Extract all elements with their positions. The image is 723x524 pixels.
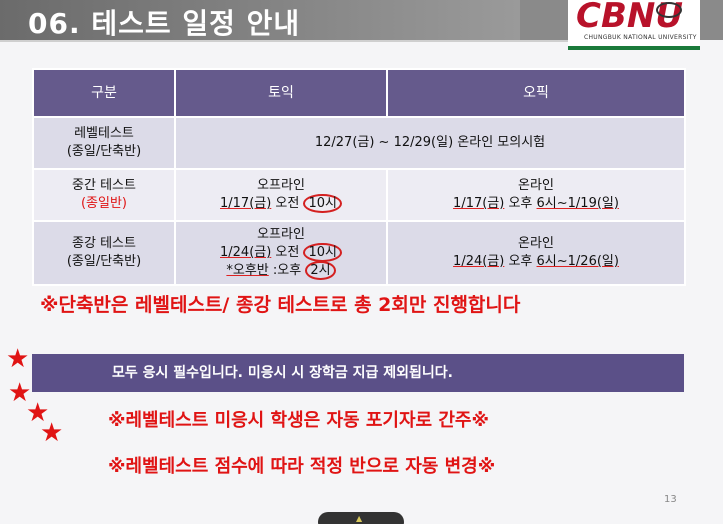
star-icon: ★ (6, 344, 30, 374)
test-schedule-table: 구분 토익 오픽 레벨테스트 (종일/단축반) 12/27(금) ~ 12/29… (32, 68, 686, 286)
slide-title: 06. 테스트 일정 안내 (28, 7, 301, 40)
required-banner: 모두 응시 필수입니다. 미응시 시 장학금 지급 제외됩니다. (32, 354, 684, 392)
table-row-final: 종강 테스트 (종일/단축반) 오프라인 1/24(금) 오전 10시 *오후반… (32, 220, 686, 286)
date-line: 1/24(금) 오후 6시~1/26(일) (389, 253, 683, 271)
row-label-sub: (종일반) (80, 196, 128, 211)
row-label-sub: (종일/단축반) (66, 144, 142, 159)
final-opic-cell: 온라인 1/24(금) 오후 6시~1/26(일) (386, 220, 686, 286)
table-row-level-test: 레벨테스트 (종일/단축반) 12/27(금) ~ 12/29(일) 온라인 모… (32, 116, 686, 170)
presentation-slide: 06. 테스트 일정 안내 CBNU CHUNGBUK NATIONAL UNI… (0, 0, 723, 524)
star-icon: ★ (40, 418, 64, 448)
row-label-title: 레벨테스트 (74, 126, 134, 141)
midterm-opic-cell: 온라인 1/17(금) 오후 6시~1/19(일) (386, 168, 686, 222)
row-label: 레벨테스트 (종일/단축반) (32, 116, 176, 170)
date-line: 1/17(금) 오후 6시~1/19(일) (389, 195, 683, 213)
header-divider (0, 40, 568, 42)
date-line: 1/24(금) 오전 10시 (177, 243, 385, 262)
afternoon-label: *오후반 (226, 263, 269, 278)
row-label: 종강 테스트 (종일/단축반) (32, 220, 176, 286)
logo-ring-icon (656, 2, 682, 18)
page-number: 13 (664, 494, 677, 505)
period-text: 오전 (271, 245, 304, 260)
table-header-row: 구분 토익 오픽 (32, 68, 686, 118)
banner-text: 모두 응시 필수입니다. 미응시 시 장학금 지급 제외됩니다. (112, 365, 453, 381)
short-course-note: ※단축반은 레벨테스트/ 종강 테스트로 총 2회만 진행합니다 (40, 294, 521, 316)
table-row-midterm: 중간 테스트 (종일반) 오프라인 1/17(금) 오전 10시 온라인 1/1… (32, 168, 686, 222)
period-text: 오전 (271, 196, 304, 211)
mode-text: 온라인 (518, 236, 554, 251)
up-arrow-icon[interactable]: ▲ (356, 514, 362, 523)
row-label-title: 종강 테스트 (72, 236, 136, 251)
level-test-schedule: 12/27(금) ~ 12/29(일) 온라인 모의시험 (174, 116, 686, 170)
midterm-toeic-cell: 오프라인 1/17(금) 오전 10시 (174, 168, 388, 222)
period-text: 오후 (504, 196, 537, 211)
notice-level-test-absence: ※레벨테스트 미응시 학생은 자동 포기자로 간주※ (108, 410, 489, 431)
time-text: 10시 (303, 194, 342, 213)
afternoon-line: *오후반 :오후 2시 (177, 261, 385, 280)
notice-level-test-placement: ※레벨테스트 점수에 따라 적정 반으로 자동 변경※ (108, 456, 496, 477)
time-text: 10시 (303, 243, 342, 262)
row-label-sub: (종일/단축반) (66, 254, 142, 269)
time-text: 2시 (305, 261, 336, 280)
mode-text: 온라인 (518, 178, 554, 193)
cbnu-logo: CBNU CHUNGBUK NATIONAL UNIVERSITY (568, 0, 700, 50)
date-text: 1/24(금) (220, 245, 272, 260)
date-line: 1/17(금) 오전 10시 (177, 194, 385, 213)
date-text: 1/17(금) (220, 196, 272, 211)
date-text: 1/17(금) (453, 196, 505, 211)
logo-subtitle: CHUNGBUK NATIONAL UNIVERSITY (584, 34, 697, 41)
final-toeic-cell: 오프라인 1/24(금) 오전 10시 *오후반 :오후 2시 (174, 220, 388, 286)
row-label: 중간 테스트 (종일반) (32, 168, 176, 222)
header-category: 구분 (32, 68, 176, 118)
mode-text: 오프라인 (257, 227, 305, 242)
date-text: 1/24(금) (453, 254, 505, 269)
header-opic: 오픽 (386, 68, 686, 118)
time-text: 6시~1/19(일) (536, 196, 619, 211)
row-label-title: 중간 테스트 (72, 178, 136, 193)
period-text: :오후 (268, 263, 306, 278)
mode-text: 오프라인 (257, 178, 305, 193)
period-text: 오후 (504, 254, 537, 269)
header-toeic: 토익 (174, 68, 388, 118)
time-text: 6시~1/26(일) (536, 254, 619, 269)
